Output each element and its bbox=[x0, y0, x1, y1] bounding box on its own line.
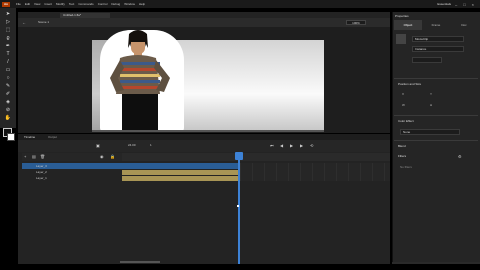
eye-icon[interactable]: ◉ bbox=[100, 154, 104, 159]
menu-help[interactable]: Help bbox=[139, 2, 145, 6]
frame-span-selected[interactable] bbox=[122, 163, 240, 169]
mouse-cursor bbox=[237, 205, 239, 207]
app-logo: An bbox=[2, 1, 10, 7]
symbol-icon bbox=[396, 34, 406, 44]
eyedropper-icon[interactable]: ⊘ bbox=[3, 107, 13, 114]
menu-insert[interactable]: Insert bbox=[44, 2, 52, 6]
menu-debug[interactable]: Debug bbox=[111, 2, 120, 6]
window-controls: – □ × bbox=[455, 2, 474, 7]
layer-name: Layer_1 bbox=[36, 176, 47, 180]
zoom-field[interactable]: 100% bbox=[346, 20, 366, 25]
pointer-icon[interactable]: ➤ bbox=[3, 11, 13, 18]
tab-output[interactable]: Output bbox=[48, 135, 57, 139]
x-field[interactable] bbox=[408, 91, 424, 96]
symbol-type-select[interactable]: MovieClip bbox=[412, 36, 464, 42]
minimize-icon[interactable]: – bbox=[455, 2, 457, 7]
frame-display[interactable]: 1 bbox=[150, 143, 158, 148]
bottom-letterbox bbox=[0, 264, 480, 270]
timeline-toolbar bbox=[18, 140, 390, 152]
lasso-icon[interactable]: ϱ bbox=[3, 35, 13, 42]
frame-span[interactable] bbox=[122, 170, 240, 175]
free-transform-icon[interactable]: ⬚ bbox=[3, 27, 13, 34]
timeline-scrollbar[interactable] bbox=[120, 261, 160, 263]
empty-frames[interactable] bbox=[240, 163, 390, 181]
filters-section[interactable]: Filters bbox=[398, 154, 438, 159]
step-forward-icon[interactable]: ▶ bbox=[300, 143, 305, 148]
divider bbox=[394, 78, 478, 79]
tab-object[interactable]: Object bbox=[394, 20, 422, 30]
tools-panel: ➤ ▷ ⬚ ϱ ✒ T / ▭ ○ ✎ ✐ ◈ ⊘ ✋ bbox=[0, 8, 16, 128]
instance-behavior-select[interactable] bbox=[412, 57, 442, 63]
menu-modify[interactable]: Modify bbox=[56, 2, 65, 6]
blend-section[interactable]: Blend bbox=[398, 144, 438, 149]
menu-text[interactable]: Text bbox=[69, 2, 75, 6]
y-field[interactable] bbox=[436, 91, 452, 96]
filters-empty-label: No filters bbox=[400, 165, 412, 169]
trash-icon[interactable]: 🗑 bbox=[40, 154, 45, 159]
menu-control[interactable]: Control bbox=[98, 2, 108, 6]
frame-ruler[interactable] bbox=[122, 153, 390, 161]
menu-window[interactable]: Window bbox=[124, 2, 135, 6]
properties-tabs: Object Frame Doc bbox=[394, 20, 478, 30]
layer-name: Layer_3 bbox=[36, 164, 47, 168]
tab-doc[interactable]: Doc bbox=[450, 20, 478, 30]
properties-title: Properties bbox=[395, 14, 409, 18]
edit-bar bbox=[18, 18, 390, 27]
close-icon[interactable]: × bbox=[472, 2, 474, 7]
playhead[interactable] bbox=[238, 152, 240, 268]
camera-icon[interactable]: ▣ bbox=[96, 143, 101, 148]
subselect-icon[interactable]: ▷ bbox=[3, 19, 13, 26]
menu-file[interactable]: File bbox=[16, 2, 21, 6]
stage-bottom-edge bbox=[92, 130, 324, 132]
play-icon[interactable]: ▶ bbox=[290, 143, 295, 148]
menu-view[interactable]: View bbox=[34, 2, 40, 6]
fps-display[interactable]: 24.00 bbox=[128, 143, 142, 148]
layer-header: + ▤ 🗑 ◉ 🔒 bbox=[22, 153, 122, 161]
layer-row[interactable]: Layer_1 bbox=[22, 175, 122, 181]
menu-items: File Edit View Insert Modify Text Comman… bbox=[16, 2, 145, 6]
tab-frame[interactable]: Frame bbox=[422, 20, 450, 30]
line-icon[interactable]: / bbox=[3, 59, 13, 66]
workspace-switcher[interactable]: Essentials bbox=[437, 2, 451, 6]
pencil-icon[interactable]: ✎ bbox=[3, 83, 13, 90]
hand-icon[interactable]: ✋ bbox=[3, 115, 13, 122]
color-style-select[interactable]: None bbox=[400, 129, 460, 135]
divider bbox=[394, 140, 478, 141]
menu-commands[interactable]: Commands bbox=[78, 2, 93, 6]
maximize-icon[interactable]: □ bbox=[463, 2, 465, 7]
fill-color-swatch[interactable] bbox=[7, 133, 15, 141]
height-field[interactable] bbox=[436, 102, 452, 107]
tab-timeline[interactable]: Timeline bbox=[24, 135, 35, 139]
folder-icon[interactable]: ▤ bbox=[32, 154, 36, 159]
step-back-icon[interactable]: ◀ bbox=[280, 143, 285, 148]
menu-edit[interactable]: Edit bbox=[25, 2, 30, 6]
loop-icon[interactable]: ⟲ bbox=[310, 143, 315, 148]
woman-figure-image[interactable] bbox=[108, 28, 174, 132]
color-effect-section[interactable]: Color Effect bbox=[398, 119, 458, 124]
new-layer-icon[interactable]: + bbox=[24, 154, 26, 159]
position-size-section[interactable]: Position and Size bbox=[398, 82, 458, 87]
width-field[interactable] bbox=[408, 102, 424, 107]
back-arrow-icon[interactable]: ← bbox=[22, 20, 27, 25]
menu-bar: An File Edit View Insert Modify Text Com… bbox=[0, 0, 480, 8]
properties-panel-lower bbox=[392, 158, 480, 270]
playhead-handle[interactable] bbox=[235, 152, 243, 160]
scene-label: Scene 1 bbox=[38, 20, 50, 24]
pen-icon[interactable]: ✒ bbox=[3, 43, 13, 50]
rewind-icon[interactable]: ⏮ bbox=[270, 143, 275, 148]
gear-icon[interactable]: ⚙ bbox=[458, 154, 464, 159]
brush-icon[interactable]: ✐ bbox=[3, 91, 13, 98]
paint-bucket-icon[interactable]: ◈ bbox=[3, 99, 13, 106]
layer-name: Layer_2 bbox=[36, 170, 47, 174]
frame-span[interactable] bbox=[122, 176, 240, 181]
lock-icon[interactable]: 🔒 bbox=[110, 154, 115, 159]
instance-name-field[interactable]: Instance bbox=[412, 46, 464, 52]
divider bbox=[394, 115, 478, 116]
oval-icon[interactable]: ○ bbox=[3, 75, 13, 82]
rectangle-icon[interactable]: ▭ bbox=[3, 67, 13, 74]
text-icon[interactable]: T bbox=[3, 51, 13, 58]
